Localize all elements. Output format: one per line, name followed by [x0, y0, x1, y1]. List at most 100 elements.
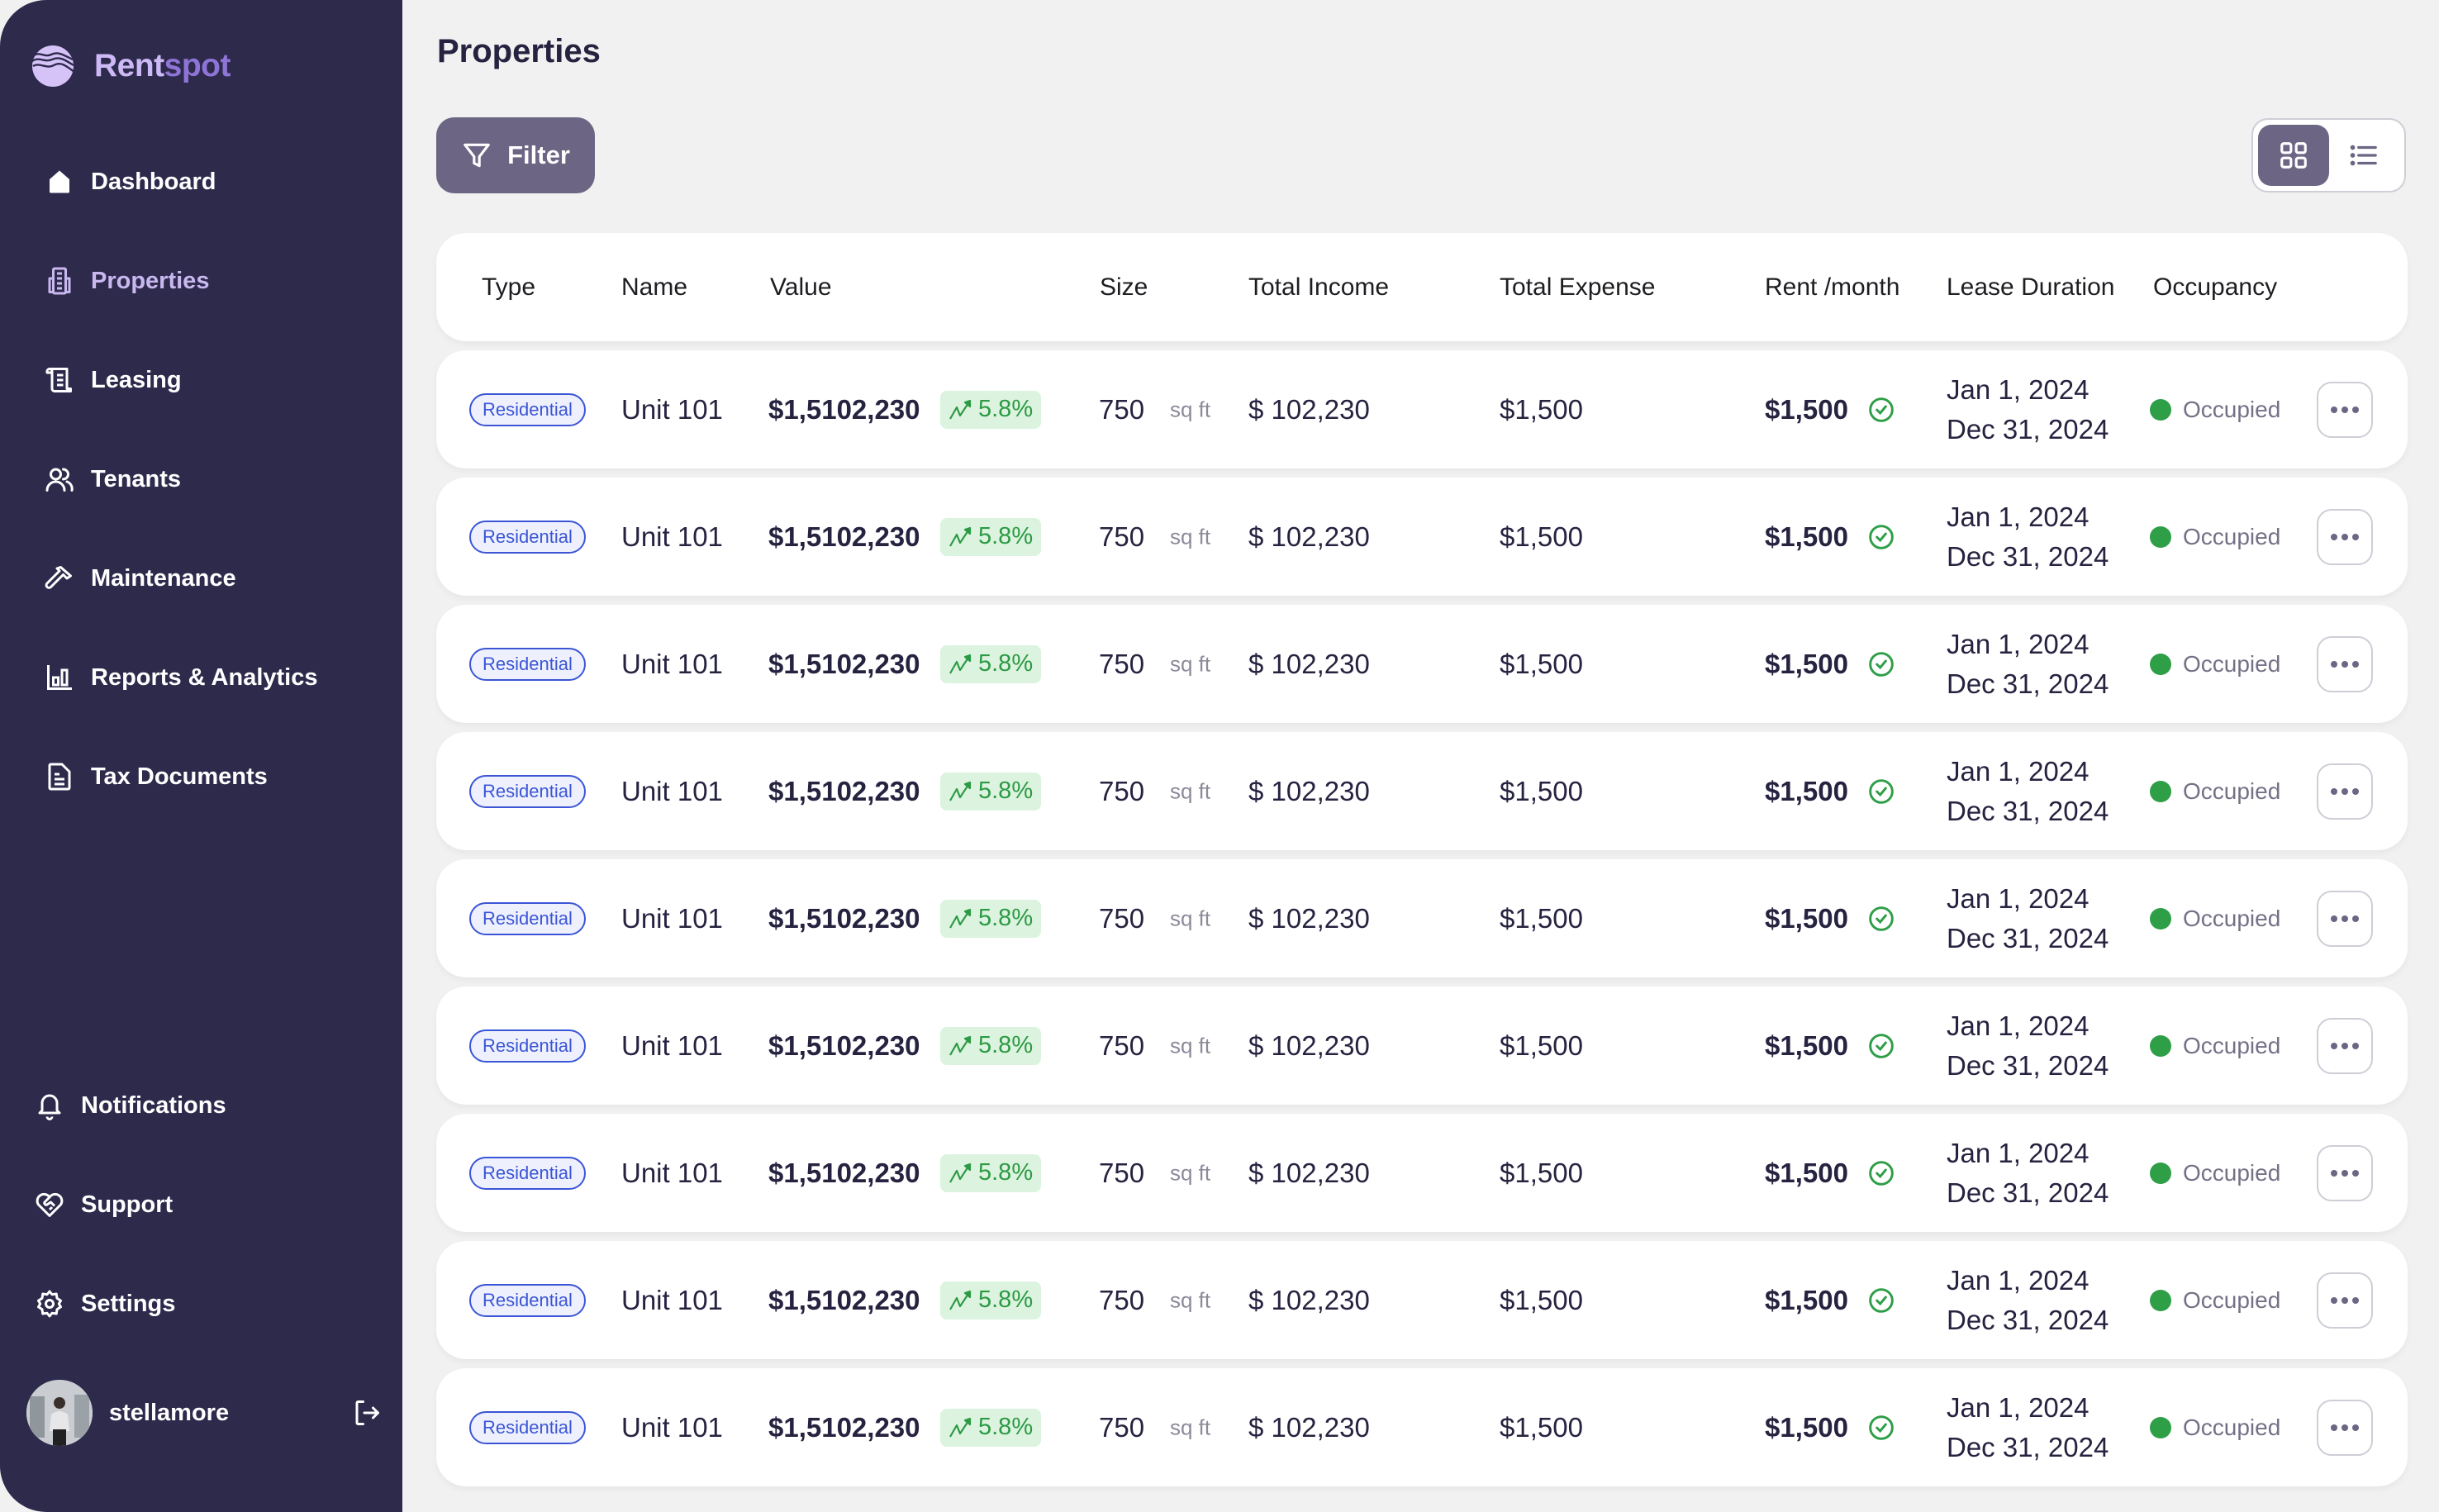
sidebar-item-settings[interactable]: Settings [33, 1279, 175, 1329]
size-value: 750 [1099, 775, 1145, 806]
type-badge: Residential [469, 392, 586, 426]
rent-value: $1,500 [1765, 1157, 1848, 1188]
grid-view-button[interactable] [2258, 125, 2329, 186]
list-view-button[interactable] [2329, 125, 2400, 186]
table-row[interactable]: Residential Unit 101 $1,5102,230 5.8% 75… [436, 987, 2408, 1105]
more-options-button[interactable] [2317, 1017, 2373, 1074]
logout-icon[interactable] [352, 1398, 382, 1428]
column-header-total-expense[interactable]: Total Expense [1500, 273, 1655, 302]
scroll-icon [43, 364, 76, 397]
ellipsis-dot [2331, 1169, 2337, 1177]
check-circle-icon [1869, 651, 1894, 677]
trend-badge: 5.8% [940, 772, 1042, 811]
sidebar-item-label: Dashboard [91, 168, 216, 195]
sidebar-item-label: Maintenance [91, 564, 236, 592]
occupancy-status: Occupied [2150, 651, 2280, 678]
lease-duration: Jan 1, 2024 Dec 31, 2024 [1947, 1006, 2109, 1086]
column-header-total-income[interactable]: Total Income [1248, 273, 1389, 302]
trend-value: 5.8% [978, 905, 1034, 931]
sidebar-item-tax-documents[interactable]: Tax Documents [43, 752, 268, 801]
property-name: Unit 101 [621, 1157, 723, 1188]
table-row[interactable]: Residential Unit 101 $1,5102,230 5.8% 75… [436, 478, 2408, 596]
column-header-type[interactable]: Type [482, 273, 535, 302]
ellipsis-dot [2342, 915, 2348, 922]
size-unit: sq ft [1170, 778, 1211, 803]
username: stellamore [109, 1399, 230, 1426]
user-profile[interactable]: stellamore [26, 1380, 382, 1446]
more-options-button[interactable] [2317, 1272, 2373, 1329]
sidebar-item-label: Reports & Analytics [91, 663, 318, 691]
ellipsis-dot [2342, 406, 2348, 413]
sidebar-item-reports[interactable]: Reports & Analytics [43, 653, 318, 702]
more-options-button[interactable] [2317, 890, 2373, 947]
more-options-button[interactable] [2317, 635, 2373, 692]
more-options-button[interactable] [2317, 1144, 2373, 1201]
occupancy-status: Occupied [2150, 1415, 2280, 1441]
trend-value: 5.8% [978, 523, 1034, 549]
grid-icon [2280, 142, 2307, 169]
size-unit: sq ft [1170, 397, 1211, 421]
total-income: $ 102,230 [1248, 1284, 1370, 1315]
avatar[interactable] [26, 1380, 93, 1446]
status-dot-icon [2150, 525, 2171, 548]
sidebar-item-tenants[interactable]: Tenants [43, 454, 181, 504]
column-header-occupancy[interactable]: Occupancy [2153, 273, 2277, 302]
rent-month: $1,500 [1765, 1285, 1895, 1316]
size-unit: sq ft [1170, 906, 1211, 930]
sidebar-item-maintenance[interactable]: Maintenance [43, 554, 236, 603]
table-row[interactable]: Residential Unit 101 $1,5102,230 5.8% 75… [436, 605, 2408, 723]
check-circle-icon [1869, 778, 1894, 804]
trend-value: 5.8% [978, 1032, 1034, 1058]
size-value: 750 [1099, 648, 1145, 679]
total-income: $ 102,230 [1248, 775, 1370, 806]
sidebar-item-leasing[interactable]: Leasing [43, 355, 182, 405]
occupancy-label: Occupied [2183, 1159, 2281, 1186]
check-circle-icon [1869, 1415, 1894, 1440]
more-options-button[interactable] [2317, 508, 2373, 565]
check-circle-icon [1869, 906, 1894, 931]
column-header-rent-month[interactable]: Rent /month [1765, 273, 1899, 302]
sidebar-item-support[interactable]: Support [33, 1180, 173, 1229]
filter-button[interactable]: Filter [436, 117, 595, 193]
more-options-button[interactable] [2317, 381, 2373, 438]
table-row[interactable]: Residential Unit 101 $1,5102,230 5.8% 75… [436, 1241, 2408, 1359]
more-options-button[interactable] [2317, 763, 2373, 820]
size-unit: sq ft [1170, 1160, 1211, 1185]
filter-icon [464, 143, 490, 168]
ellipsis-dot [2342, 1042, 2348, 1049]
document-icon [43, 760, 76, 793]
lease-duration: Jan 1, 2024 Dec 31, 2024 [1947, 625, 2109, 704]
status-dot-icon [2150, 398, 2171, 421]
column-header-lease-duration[interactable]: Lease Duration [1947, 273, 2114, 302]
check-circle-icon [1869, 1160, 1894, 1186]
ellipsis-dot [2331, 1424, 2337, 1431]
column-header-size[interactable]: Size [1100, 273, 1148, 302]
rent-value: $1,500 [1765, 393, 1848, 425]
list-icon [2350, 145, 2378, 166]
table-row[interactable]: Residential Unit 101 $1,5102,230 5.8% 75… [436, 732, 2408, 850]
ellipsis-dot [2331, 915, 2337, 922]
size-value: 750 [1099, 902, 1145, 934]
sidebar-item-label: Leasing [91, 366, 182, 393]
total-expense: $1,500 [1500, 902, 1583, 934]
total-income: $ 102,230 [1248, 1029, 1370, 1061]
sidebar-item-notifications[interactable]: Notifications [33, 1081, 226, 1130]
table-row[interactable]: Residential Unit 101 $1,5102,230 5.8% 75… [436, 1114, 2408, 1232]
total-income: $ 102,230 [1248, 521, 1370, 552]
lease-end: Dec 31, 2024 [1947, 1177, 2109, 1208]
sidebar-item-dashboard[interactable]: Dashboard [43, 157, 216, 207]
property-name: Unit 101 [621, 1029, 723, 1061]
table-row[interactable]: Residential Unit 101 $1,5102,230 5.8% 75… [436, 1368, 2408, 1486]
sidebar-item-label: Support [81, 1191, 174, 1218]
more-options-button[interactable] [2317, 1399, 2373, 1456]
column-header-name[interactable]: Name [621, 273, 687, 302]
property-value: $1,5102,230 [768, 1029, 920, 1061]
table-row[interactable]: Residential Unit 101 $1,5102,230 5.8% 75… [436, 350, 2408, 468]
sidebar-item-properties[interactable]: Properties [43, 256, 209, 306]
table-row[interactable]: Residential Unit 101 $1,5102,230 5.8% 75… [436, 859, 2408, 977]
column-header-value[interactable]: Value [770, 273, 832, 302]
check-circle-icon [1869, 1287, 1894, 1313]
size-unit: sq ft [1170, 1033, 1211, 1058]
rent-value: $1,500 [1765, 1284, 1848, 1315]
brand-logo[interactable]: Rentspot [31, 45, 231, 88]
